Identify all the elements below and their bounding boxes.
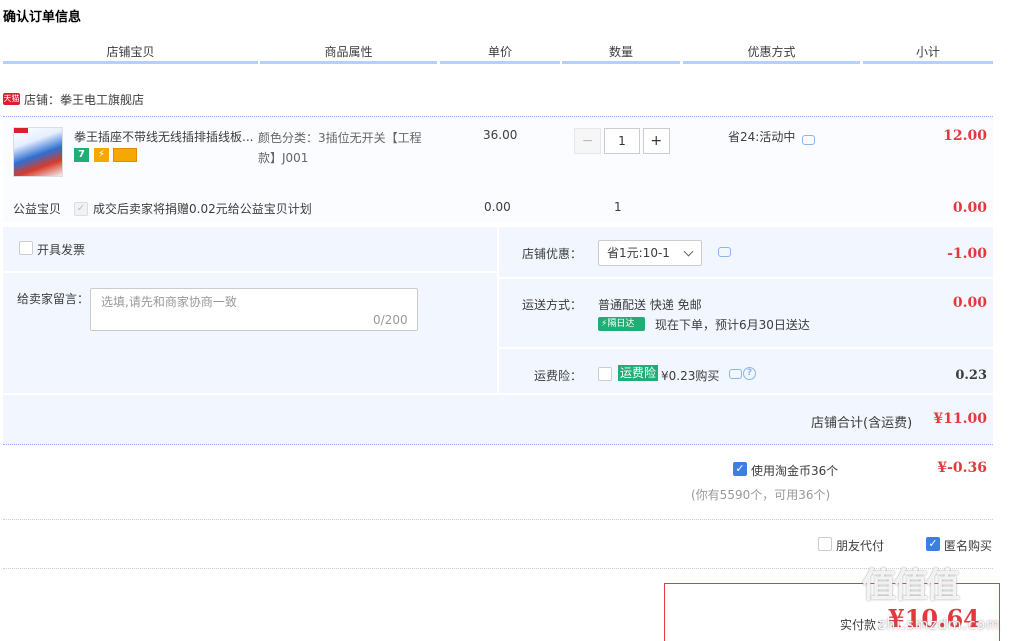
shipping-amount: 0.00	[952, 295, 987, 311]
column-header-item: 店铺宝贝	[3, 44, 258, 64]
promo-text: 省24:活动中	[728, 130, 796, 144]
panel-divider	[499, 347, 993, 349]
shipping-label: 运送方式：	[522, 298, 583, 312]
shop-discount-amount: -1.00	[947, 246, 987, 262]
panel-divider	[499, 277, 993, 279]
divider	[3, 519, 993, 520]
promo-chat-icon[interactable]	[802, 135, 815, 145]
qty-input[interactable]: 1	[604, 128, 640, 154]
electrical-cert-icon[interactable]: ⚡	[94, 148, 109, 162]
shop-discount-select[interactable]: 省1元:10-1	[598, 240, 702, 266]
shop-name-link[interactable]: 店铺：拳王电工旗舰店	[24, 91, 144, 108]
item-subtotal: 12.00	[943, 128, 987, 144]
coins-note: (你有5590个，可用36个)	[691, 488, 831, 502]
discount-chat-icon[interactable]	[718, 247, 731, 257]
insurance-label: 运费险：	[534, 369, 583, 383]
help-icon[interactable]: ?	[743, 367, 756, 380]
attr-line-1: 颜色分类：3插位无开关【工程	[258, 131, 422, 145]
seven-day-return-icon[interactable]: 7	[74, 148, 89, 162]
charity-subtotal: 0.00	[952, 200, 987, 216]
product-thumbnail[interactable]	[13, 127, 63, 177]
insurance-tag: 运费险	[618, 365, 659, 381]
invoice-label[interactable]: 开具发票	[37, 241, 85, 258]
product-name-link[interactable]: 拳王插座不带线无线插排插线板...	[74, 128, 254, 145]
coins-amount: ¥-0.36	[937, 460, 987, 476]
insurance-amount: 0.23	[955, 368, 987, 383]
shop-discount-selected: 省1元:10-1	[607, 246, 670, 260]
charity-qty: 1	[614, 200, 622, 214]
shop-total-label: 店铺合计(含运费)	[811, 416, 913, 431]
product-attributes: 颜色分类：3插位无开关【工程 款】J001	[258, 128, 438, 168]
coins-checkbox[interactable]: ✓	[733, 462, 747, 476]
charity-price: 0.00	[484, 200, 511, 214]
coins-label[interactable]: 使用淘金币36个	[751, 462, 838, 479]
friend-pay-checkbox[interactable]	[818, 537, 832, 551]
watermark-url: zhi.smzdm.com	[878, 617, 1001, 633]
memo-label: 给卖家留言：	[17, 292, 90, 306]
chevron-down-icon	[683, 246, 694, 257]
unit-price: 36.00	[483, 128, 518, 142]
divider	[3, 568, 993, 569]
watermark-logo: 值值值	[862, 566, 960, 606]
shipping-eta: 现在下单，预计6月30日送达	[655, 318, 810, 332]
insurance-checkbox[interactable]	[598, 367, 612, 381]
panel-divider	[3, 271, 497, 273]
insurance-chat-icon[interactable]	[729, 369, 742, 379]
next-day-badge-label: 隔日达	[607, 319, 635, 329]
shipping-method: 普通配送 快递 免邮	[598, 298, 702, 312]
charity-checkbox[interactable]: ✓	[74, 202, 88, 216]
column-header-discount: 优惠方式	[683, 44, 860, 64]
quantity-stepper: − 1 +	[574, 128, 670, 154]
qty-decrease-button[interactable]: −	[574, 128, 602, 154]
insurance-price: ¥0.23购买	[661, 369, 720, 383]
tmall-icon: 天猫	[3, 93, 20, 105]
page-title: 确认订单信息	[3, 10, 82, 25]
next-day-badge: ⚡隔日达	[598, 317, 645, 331]
memo-placeholder: 选填,请先和商家协商一致	[101, 295, 237, 309]
column-header-quantity: 数量	[562, 44, 680, 64]
thumbnail-brand-mark	[14, 128, 28, 133]
credit-card-icon[interactable]	[113, 148, 137, 162]
charity-label: 公益宝贝	[13, 202, 62, 216]
memo-char-count: 0/200	[373, 313, 408, 327]
qty-increase-button[interactable]: +	[642, 128, 670, 154]
friend-pay-label[interactable]: 朋友代付	[836, 537, 884, 554]
column-header-unit-price: 单价	[440, 44, 560, 64]
attr-line-2: 款】J001	[258, 151, 309, 165]
shop-row: 天猫 店铺：拳王电工旗舰店	[3, 88, 144, 110]
column-header-subtotal: 小计	[863, 44, 993, 64]
invoice-checkbox[interactable]	[19, 241, 33, 255]
anonymous-checkbox[interactable]: ✓	[926, 537, 940, 551]
charity-text: 成交后卖家将捐赠0.02元给公益宝贝计划	[93, 202, 312, 216]
anonymous-label[interactable]: 匿名购买	[944, 537, 992, 554]
shop-discount-label: 店铺优惠：	[522, 247, 583, 261]
shop-total-amount: ¥11.00	[933, 411, 987, 427]
column-header-attributes: 商品属性	[260, 44, 437, 64]
